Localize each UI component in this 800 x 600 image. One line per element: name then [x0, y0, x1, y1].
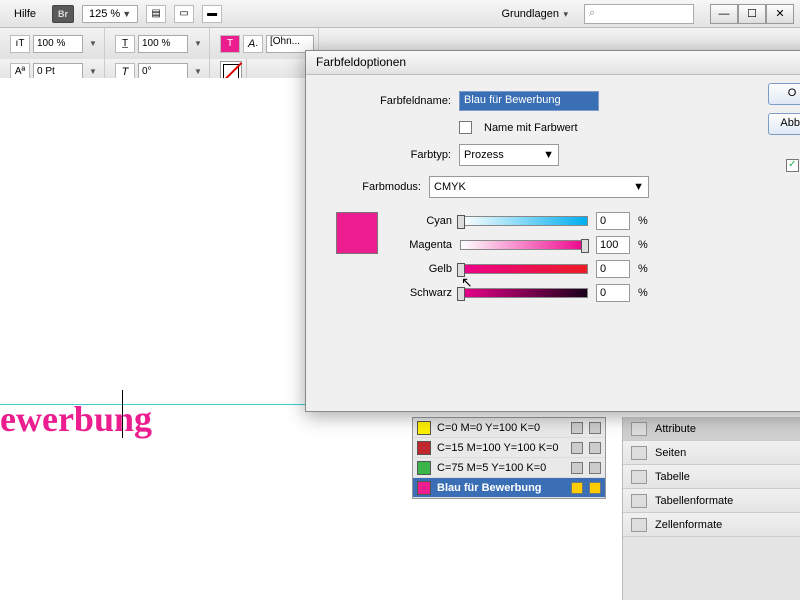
- text-frame[interactable]: ewerbung: [0, 398, 152, 440]
- char-scale-v-input[interactable]: [33, 35, 83, 53]
- char-scale-h-icon[interactable]: T̲: [115, 35, 135, 53]
- minimize-button[interactable]: —: [710, 4, 738, 24]
- colormode-label: Farbmodus:: [336, 181, 421, 193]
- cyan-input[interactable]: [596, 212, 630, 230]
- table-styles-icon: [631, 494, 647, 508]
- zoom-level[interactable]: 125 %▼: [82, 5, 138, 23]
- table-icon: [631, 470, 647, 484]
- view-mode-icon[interactable]: ▤: [146, 5, 166, 23]
- swatch-label: C=75 M=5 Y=100 K=0: [437, 462, 546, 474]
- swatch-row[interactable]: C=0 M=0 Y=100 K=0: [413, 418, 605, 438]
- cyan-label: Cyan: [396, 215, 452, 227]
- colortype-label: Farbtyp:: [336, 149, 451, 161]
- panel-tabelle[interactable]: Tabelle: [623, 465, 800, 489]
- magenta-slider[interactable]: [460, 240, 588, 250]
- swatch-label: C=15 M=100 Y=100 K=0: [437, 442, 559, 454]
- screen-mode-icon[interactable]: ▭: [174, 5, 194, 23]
- fill-color-icon[interactable]: T: [220, 35, 240, 53]
- right-panel-stack: Attribute Seiten Tabelle Tabellenformate…: [622, 417, 800, 600]
- maximize-button[interactable]: ☐: [738, 4, 766, 24]
- swatch-label: C=0 M=0 Y=100 K=0: [437, 422, 540, 434]
- panel-zellenformate[interactable]: Zellenformate: [623, 513, 800, 537]
- swatch-row-selected[interactable]: Blau für Bewerbung: [413, 478, 605, 498]
- colortype-select[interactable]: Prozess▼: [459, 144, 559, 166]
- swatch-mode-icon: [589, 482, 601, 494]
- text-caret: [122, 390, 123, 438]
- name-with-value-label: Name mit Farbwert: [484, 122, 578, 134]
- black-input[interactable]: [596, 284, 630, 302]
- name-label: Farbfeldname:: [336, 95, 451, 107]
- yellow-slider[interactable]: [460, 264, 588, 274]
- search-input[interactable]: ⌕: [584, 4, 694, 24]
- swatch-type-icon: [571, 442, 583, 454]
- workspace-switcher[interactable]: Grundlagen ▾: [493, 4, 576, 24]
- yellow-input[interactable]: [596, 260, 630, 278]
- swatch-label: Blau für Bewerbung: [437, 482, 542, 494]
- swatch-type-icon: [571, 482, 583, 494]
- menubar: Hilfe Br 125 %▼ ▤ ▭ ▬ Grundlagen ▾ ⌕ — ☐…: [0, 0, 800, 28]
- swatch-chip: [417, 441, 431, 455]
- char-scale-h-input[interactable]: [138, 35, 188, 53]
- magenta-label: Magenta: [396, 239, 452, 251]
- swatch-mode-icon: [589, 422, 601, 434]
- swatch-name-input[interactable]: Blau für Bewerbung: [459, 91, 599, 111]
- name-with-value-checkbox[interactable]: [459, 121, 472, 134]
- cell-styles-icon: [631, 518, 647, 532]
- menu-help[interactable]: Hilfe: [6, 4, 44, 24]
- char-style-icon[interactable]: A.: [243, 35, 263, 53]
- magenta-input[interactable]: [596, 236, 630, 254]
- swatch-type-icon: [571, 462, 583, 474]
- yellow-label: Gelb: [396, 263, 452, 275]
- bridge-icon[interactable]: Br: [52, 5, 74, 23]
- attribute-icon: [631, 422, 647, 436]
- swatch-mode-icon: [589, 442, 601, 454]
- pages-icon: [631, 446, 647, 460]
- swatches-panel: C=0 M=0 Y=100 K=0 C=15 M=100 Y=100 K=0 C…: [412, 417, 606, 499]
- swatch-chip: [417, 481, 431, 495]
- color-preview-chip: [336, 212, 378, 254]
- colormode-select[interactable]: CMYK▼: [429, 176, 649, 198]
- char-scale-v-icon[interactable]: ıT: [10, 35, 30, 53]
- swatch-mode-icon: [589, 462, 601, 474]
- panel-seiten[interactable]: Seiten: [623, 441, 800, 465]
- panel-tabellenformate[interactable]: Tabellenformate: [623, 489, 800, 513]
- cyan-slider[interactable]: [460, 216, 588, 226]
- swatch-type-icon: [571, 422, 583, 434]
- swatch-chip: [417, 461, 431, 475]
- swatch-row[interactable]: C=75 M=5 Y=100 K=0: [413, 458, 605, 478]
- arrange-icon[interactable]: ▬: [202, 5, 222, 23]
- panel-attribute[interactable]: Attribute: [623, 417, 800, 441]
- close-button[interactable]: ✕: [766, 4, 794, 24]
- black-label: Schwarz: [396, 287, 452, 299]
- dialog-title: Farbfeldoptionen: [306, 51, 800, 75]
- swatch-row[interactable]: C=15 M=100 Y=100 K=0: [413, 438, 605, 458]
- swatch-options-dialog: Farbfeldoptionen O Abbr Vo Farbfeldname:…: [305, 50, 800, 412]
- swatch-chip: [417, 421, 431, 435]
- black-slider[interactable]: [460, 288, 588, 298]
